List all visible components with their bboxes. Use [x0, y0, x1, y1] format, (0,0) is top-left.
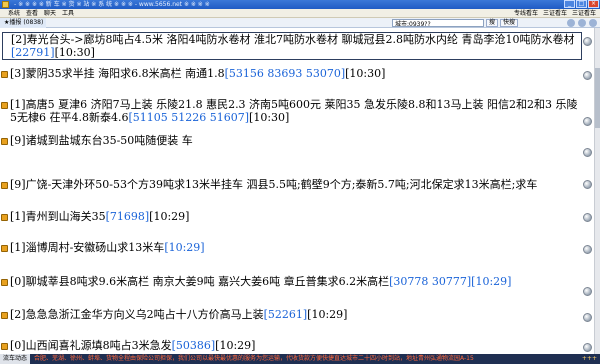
tab-broadcast-count: (0838)	[23, 18, 44, 26]
bullet-icon	[1, 245, 8, 252]
item-action-icon[interactable]	[583, 245, 592, 254]
list-item[interactable]: [1]高唐5 夏津6 济阳7马上装 乐陵21.8 惠民2.3 济南5吨600元 …	[0, 98, 582, 124]
bullet-icon	[1, 343, 8, 350]
app-icon	[2, 1, 9, 8]
list-item[interactable]: [0]聊城莘县8吨求9.6米高栏 南京大姜9吨 嘉兴大姜6吨 章丘普集求6.2米…	[0, 275, 582, 288]
toolbar-right-icons	[567, 19, 597, 27]
settings-icon[interactable]	[578, 19, 586, 27]
message-list: [2]寿光台头->廊坊8吨占4.5米 洛阳4吨防水卷材 淮北7吨防水卷材 聊城冠…	[0, 28, 600, 354]
bullet-icon	[1, 182, 8, 189]
menu-chat[interactable]: 聊天	[41, 9, 59, 18]
item-action-icon[interactable]	[583, 117, 592, 126]
bullet-icon	[1, 71, 8, 78]
item-action-icon[interactable]	[583, 37, 592, 46]
menu-right-2[interactable]: 三证看车	[543, 9, 567, 18]
item-action-icon[interactable]	[583, 287, 592, 296]
list-item[interactable]: [9]诸城到盐城东台35-50吨随便装 车	[0, 134, 582, 147]
status-ticker: 合肥、芜湖、徐州、蚌埠、货物全程由保险公司担保，我们公司以最快最优惠的服务为您运…	[34, 355, 474, 362]
tab-broadcast[interactable]: ★播报 (0838)	[0, 17, 47, 28]
menu-right-group: 专线看车 三证看车 三证看车	[514, 9, 600, 18]
item-action-icon[interactable]	[583, 313, 592, 322]
toolbar: ★播报 (0838) 搜 快搜	[0, 17, 600, 28]
quick-search-button[interactable]: 快搜	[500, 19, 519, 27]
list-item[interactable]: [0]山西闻喜礼源填8吨占3米急发[50386][10:29]	[0, 339, 582, 352]
bullet-icon	[1, 102, 8, 109]
window-titlebar: - ※ ※ ※ ※ 新 车 ※ 货 ※ 站 ※ 系 统 ※ ※ ※ - www.…	[0, 0, 600, 9]
bullet-icon	[1, 312, 8, 319]
list-item[interactable]: [1]青州到山海关35[71698][10:29]	[0, 210, 582, 223]
menubar: 系统 查看 聊天 工具 专线看车 三证看车 三证看车	[0, 9, 600, 18]
list-item[interactable]: [3]蒙阴35求半挂 海阳求6.8米高栏 南通1.8[53156 83693 5…	[0, 67, 582, 80]
window-title: - ※ ※ ※ ※ 新 车 ※ 货 ※ 站 ※ 系 统 ※ ※ ※ - www.…	[14, 1, 210, 8]
item-action-icon[interactable]	[583, 148, 592, 157]
search-button[interactable]: 搜	[486, 19, 499, 27]
bullet-icon	[1, 279, 8, 286]
refresh-icon[interactable]	[567, 19, 575, 27]
city-search-input[interactable]	[392, 19, 484, 27]
item-action-icon[interactable]	[583, 71, 592, 80]
tab-broadcast-label: ★播报	[4, 18, 22, 26]
list-item[interactable]: [2]寿光台头->廊坊8吨占4.5米 洛阳4吨防水卷材 淮北7吨防水卷材 聊城冠…	[2, 32, 582, 60]
menu-right-1[interactable]: 专线看车	[514, 9, 538, 18]
item-action-icon[interactable]	[583, 343, 592, 352]
menu-tools[interactable]: 工具	[59, 9, 77, 18]
help-icon[interactable]	[589, 19, 597, 27]
menu-view[interactable]: 查看	[23, 9, 41, 18]
list-item[interactable]: [1]淄博周村-安徽砀山求13米车[10:29]	[0, 241, 582, 254]
list-item[interactable]: [2]急急急浙江金华方向义乌2吨占十八方价高马上装[52261][10:29]	[0, 308, 582, 321]
status-label: 流车动态	[0, 354, 31, 364]
status-end: +++	[581, 355, 597, 362]
bullet-icon	[1, 214, 8, 221]
item-action-icon[interactable]	[583, 213, 592, 222]
minimize-icon[interactable]: _	[564, 0, 575, 8]
search-group: 搜 快搜	[392, 19, 519, 27]
status-bar: 流车动态 合肥、芜湖、徐州、蚌埠、货物全程由保险公司担保，我们公司以最快最优惠的…	[0, 354, 600, 364]
item-action-icon[interactable]	[583, 180, 592, 189]
menu-system[interactable]: 系统	[0, 9, 23, 18]
vertical-scrollbar[interactable]	[594, 28, 600, 354]
bullet-icon	[1, 138, 8, 145]
close-icon[interactable]: ×	[588, 0, 599, 8]
list-item[interactable]: [9]广饶-天津外环50-53个方39吨求13米半挂车 泗县5.5吨;鹤壁9个方…	[0, 178, 582, 191]
maximize-icon[interactable]: □	[576, 0, 587, 8]
scrollbar-thumb[interactable]	[595, 68, 600, 128]
menu-right-3[interactable]: 三证看车	[572, 9, 596, 18]
